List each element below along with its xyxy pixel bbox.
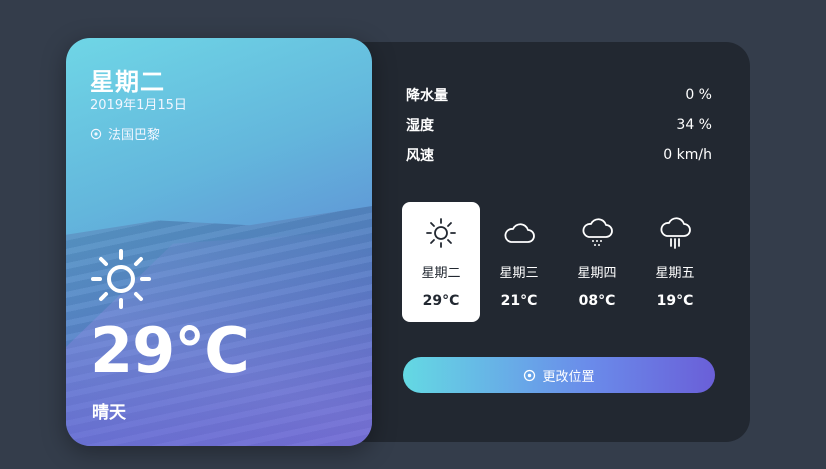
today-date: 2019年1月15日 [90,98,187,113]
today-location: 法国巴黎 [90,124,160,143]
location-pin-icon [90,128,102,139]
stat-humidity: 湿度 34 % [406,110,712,140]
forecast-day-tuesday[interactable]: 星期二 29°C [402,202,480,322]
location-pin-icon [524,369,536,381]
forecast-day-label: 星期三 [499,266,539,281]
stat-label: 风速 [406,148,434,164]
cloud-icon [504,223,535,243]
forecast-temp: 29°C [422,293,460,309]
today-condition: 晴天 [92,403,126,423]
forecast-temp: 19°C [656,293,694,309]
forecast-day-label: 星期二 [421,266,461,281]
today-day-name: 星期二 [90,68,165,96]
today-temperature: 29°C [90,314,250,387]
forecast-day-wednesday[interactable]: 星期三 21°C [480,202,558,322]
stat-value: 34 % [676,117,712,133]
rain-cloud-icon [660,217,691,249]
stat-value: 0 % [685,87,712,103]
today-location-label: 法国巴黎 [108,128,161,143]
stat-value: 0 km/h [663,147,712,163]
stat-precipitation: 降水量 0 % [406,80,712,110]
today-card: 星期二 2019年1月15日 法国巴黎 29°C 晴天 [66,38,372,446]
change-location-label: 更改位置 [542,369,595,385]
weather-stats: 降水量 0 % 湿度 34 % 风速 0 km/h [406,80,712,170]
forecast-temp: 08°C [578,293,616,309]
stat-label: 降水量 [406,88,448,104]
forecast-day-label: 星期四 [577,266,617,281]
sun-icon [91,249,151,309]
change-location-button[interactable]: 更改位置 [403,357,715,393]
forecast-day-thursday[interactable]: 星期四 08°C [558,202,636,322]
stat-label: 湿度 [406,118,434,134]
snow-cloud-icon [582,218,613,246]
forecast-temp: 21°C [500,293,538,309]
week-forecast: 星期二 29°C 星期三 21°C 星期四 08°C 星期五 19°C [402,202,720,322]
stat-wind-speed: 风速 0 km/h [406,140,712,170]
forecast-day-friday[interactable]: 星期五 19°C [636,202,714,322]
forecast-day-label: 星期五 [655,266,695,281]
sun-icon [426,218,456,248]
